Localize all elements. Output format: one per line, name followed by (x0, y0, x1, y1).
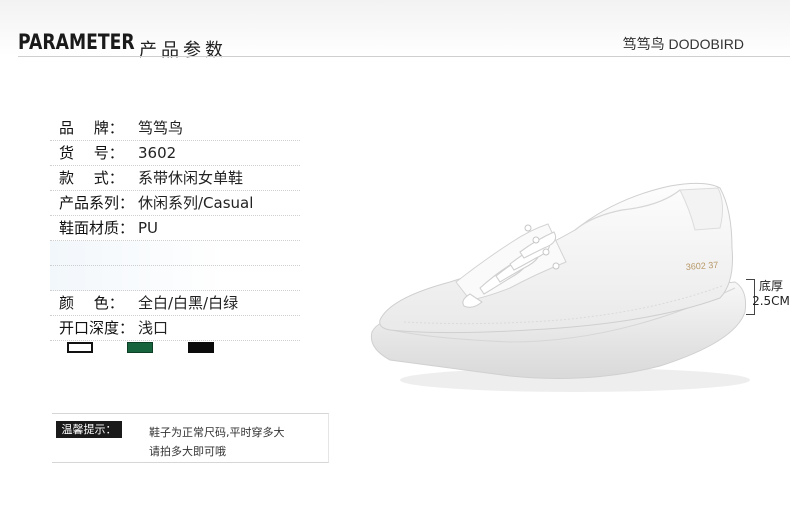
param-value: 3602 (138, 144, 177, 162)
parameter-list: 品 牌： 笃笃鸟 货 号： 3602 款 式： 系带休闲女单鞋 产品系列： 休闲… (50, 116, 300, 341)
param-row-style: 款 式： 系带休闲女单鞋 (50, 166, 300, 191)
sole-thickness-value: 2.5CM (752, 294, 790, 308)
param-row-opening-depth: 开口深度： 浅口 (50, 316, 300, 341)
tip-label: 温馨提示： (56, 421, 122, 438)
color-swatch-white[interactable] (67, 342, 93, 353)
param-value: 休闲系列/Casual (138, 194, 254, 212)
sole-thickness-label: 底厚 2.5CM (752, 279, 790, 309)
color-swatch-green[interactable] (127, 342, 153, 353)
page-title: PARAMETER (18, 30, 135, 54)
param-row-empty (50, 266, 300, 291)
param-value: 笃笃鸟 (138, 119, 184, 137)
param-value: 浅口 (138, 319, 169, 337)
param-label: 款 式： (59, 169, 124, 187)
param-value: 全白/白黑/白绿 (138, 294, 239, 312)
param-row-item-number: 货 号： 3602 (50, 141, 300, 166)
param-row-color: 颜 色： 全白/白黑/白绿 (50, 291, 300, 316)
sole-thickness-title: 底厚 (758, 279, 783, 293)
param-label: 鞋面材质： (59, 219, 135, 237)
param-label: 货 号： (59, 144, 124, 162)
param-row-empty (50, 241, 300, 266)
param-label: 品 牌： (59, 119, 124, 137)
shoe-image: 3602 37 (370, 182, 750, 392)
color-swatch-black[interactable] (188, 342, 214, 353)
tip-text-line: 鞋子为正常尺码,平时穿多大 (149, 426, 285, 439)
param-row-brand: 品 牌： 笃笃鸟 (50, 116, 300, 141)
param-label: 颜 色： (59, 294, 124, 312)
param-label: 开口深度： (59, 319, 135, 337)
page-subtitle: 产品参数 (139, 40, 227, 61)
param-value: PU (138, 219, 159, 237)
tip-text-line: 请拍多大即可哦 (149, 445, 226, 458)
header-divider (18, 56, 790, 57)
param-row-material: 鞋面材质： PU (50, 216, 300, 241)
param-value: 系带休闲女单鞋 (138, 169, 244, 187)
brand-name: 笃笃鸟 DODOBIRD (622, 36, 744, 52)
param-row-series: 产品系列： 休闲系列/Casual (50, 191, 300, 216)
param-label: 产品系列： (59, 194, 135, 212)
